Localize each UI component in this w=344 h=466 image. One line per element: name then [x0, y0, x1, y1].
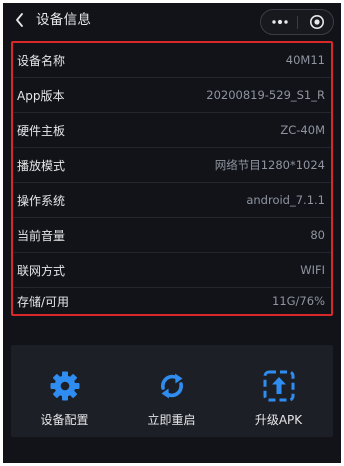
restart-button[interactable]: 立即重启 [118, 345, 225, 437]
action-panel: 设备配置 立即重启 升级APK [11, 345, 333, 437]
device-info-list: 设备名称 40M11 App版本 20200819-529_S1_R 硬件主板 … [11, 41, 333, 316]
row-value: 40M11 [285, 53, 325, 67]
row-value: 11G/76% [272, 294, 325, 308]
back-button[interactable] [9, 9, 31, 31]
row-label: 播放模式 [17, 158, 66, 173]
upgrade-apk-button[interactable]: 升级APK [225, 345, 332, 437]
action-label: 立即重启 [147, 413, 196, 427]
row-value: 网络节目1280*1024 [214, 158, 325, 172]
info-row-app-version: App版本 20200819-529_S1_R [13, 78, 331, 113]
page-title: 设备信息 [36, 12, 92, 28]
info-row-os: 操作系统 android_7.1.1 [13, 183, 331, 218]
info-row-play-mode: 播放模式 网络节目1280*1024 [13, 148, 331, 183]
target-close-icon [310, 15, 324, 29]
action-label: 设备配置 [40, 413, 89, 427]
row-value: ZC-40M [280, 123, 325, 137]
more-button[interactable] [265, 10, 295, 34]
capsule-divider [297, 16, 298, 29]
row-value: 80 [310, 228, 325, 242]
info-row-network: 联网方式 WIFI [13, 253, 331, 288]
row-value: WIFI [300, 263, 325, 277]
row-value: android_7.1.1 [246, 193, 325, 207]
device-config-button[interactable]: 设备配置 [11, 345, 118, 437]
row-value: 20200819-529_S1_R [206, 88, 325, 102]
row-label: 存储/可用 [17, 294, 70, 309]
row-label: 硬件主板 [17, 123, 66, 138]
refresh-icon [154, 368, 190, 404]
close-button[interactable] [302, 10, 332, 34]
row-label: 当前音量 [17, 228, 66, 243]
info-row-device-name: 设备名称 40M11 [13, 43, 331, 78]
device-info-screen: 设备信息 设备名称 40M11 App版本 20200819-529_S1_R … [3, 3, 341, 463]
info-row-hardware-board: 硬件主板 ZC-40M [13, 113, 331, 148]
row-label: 操作系统 [17, 193, 66, 208]
row-label: 设备名称 [17, 53, 66, 68]
row-label: App版本 [17, 88, 65, 103]
info-row-storage: 存储/可用 11G/76% [13, 288, 331, 314]
menu-capsule [260, 9, 334, 35]
upload-icon [261, 368, 297, 404]
info-row-volume: 当前音量 80 [13, 218, 331, 253]
chevron-left-icon [16, 13, 23, 27]
header-bar: 设备信息 [3, 3, 341, 37]
action-label: 升级APK [254, 413, 303, 427]
row-label: 联网方式 [17, 263, 66, 278]
gear-icon [47, 368, 83, 404]
more-dots-icon [272, 19, 288, 25]
